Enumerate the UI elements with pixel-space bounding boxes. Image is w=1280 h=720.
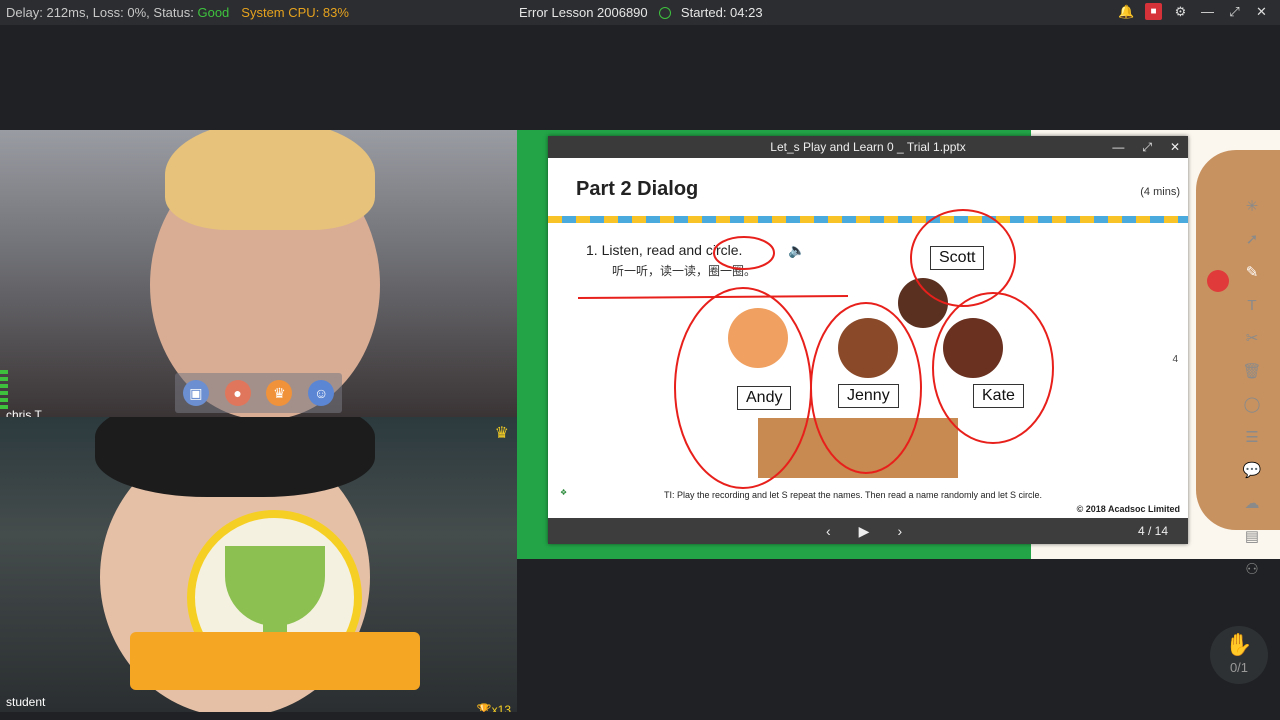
ppt-close-icon[interactable]: ✕ [1170,136,1180,158]
lesson-title: Error Lesson 2006890 [519,5,648,20]
chat-icon[interactable]: 💬 [1237,456,1267,486]
ppt-titlebar: Let_s Play and Learn 0 _ Trial 1.pptx — … [548,136,1188,158]
record-icon[interactable]: ■ [1145,3,1162,20]
logo-icon: ❖ [560,488,568,497]
bell-icon[interactable]: 🔔 [1118,3,1135,20]
users-icon[interactable]: ⚇ [1237,555,1267,585]
cloud-icon[interactable]: ☁ [1237,489,1267,519]
close-icon[interactable]: ✕ [1253,3,1270,20]
reward-toolbar: ▣ ● ♛ ☺ [175,373,342,413]
lesson-info: Error Lesson 2006890 Started: 04:23 [519,5,763,20]
annotation-layer [577,209,1054,489]
underline-stroke [577,295,849,299]
connection-status: Delay: 212ms, Loss: 0%, Status: Good Syst… [6,5,349,20]
crown-icon: ♛ [494,425,509,442]
trophy-cup-icon [225,546,325,626]
delay-text: Delay: 212ms, Loss: 0%, Status: [6,5,198,20]
play-icon[interactable]: ▶ [859,523,870,540]
cpu-usage: System CPU: 83% [241,5,349,20]
text-icon[interactable]: T [1237,291,1267,321]
started-time: Started: 04:23 [680,5,763,20]
scissors-icon[interactable]: ✂ [1237,324,1267,354]
trash-icon[interactable]: 🗑 [1237,357,1267,387]
student-name: student [6,695,46,709]
scott-circle [910,209,1016,307]
trophy-ribbon [130,632,420,690]
notes-icon[interactable]: ☰ [1237,423,1267,453]
andy-circle [674,287,812,489]
ppt-pager: ‹ ▶ › 4 / 14 [548,518,1188,544]
raise-hand-button[interactable]: ✋ 0/1 [1210,626,1268,684]
mascot-nose [1207,270,1229,292]
mic-off-icon[interactable]: ● [224,380,251,406]
toolbox-icon[interactable]: ▤ [1237,522,1267,552]
trophy-icon[interactable]: ♛ [266,380,293,406]
circle-word-circle [713,236,775,270]
ppt-filename: Let_s Play and Learn 0 _ Trial 1.pptx [770,140,966,154]
slide-canvas[interactable]: Part 2 Dialog (4 mins) 1. Listen, read a… [548,158,1188,518]
leopard-hat [165,130,375,230]
teacher-note: TI: Play the recording and let S repeat … [664,490,1043,500]
cursor-icon[interactable]: ➚ [1237,225,1267,255]
slide-page-marker: 4 [1172,354,1178,365]
shape-icon[interactable]: ◯ [1237,390,1267,420]
pen-icon[interactable]: ✎ [1237,258,1267,288]
teacher-name: chris T [6,408,42,417]
page-indicator: 4 / 14 [1137,524,1168,538]
drawing-toolbar: ✳ ➚ ✎ T ✂ 🗑 ◯ ☰ 💬 ☁ ▤ ⚇ [1230,192,1274,588]
maximize-icon[interactable]: ⤢ [1226,3,1243,20]
top-status-bar: Delay: 212ms, Loss: 0%, Status: Good Syst… [0,0,1280,25]
prev-slide-icon[interactable]: ‹ [826,523,831,540]
hand-icon: ✋ [1225,632,1253,657]
jenny-circle [810,302,922,474]
gear-icon[interactable]: ⚙ [1172,3,1189,20]
raise-hand-count: 0/1 [1229,660,1249,675]
trophy-count: 🏆x13 [476,703,511,712]
user-mute-icon[interactable]: ☺ [308,380,335,406]
camera-off-icon[interactable]: ▣ [182,380,209,406]
audio-level [0,370,8,410]
next-slide-icon[interactable]: › [897,523,902,540]
clock-icon [659,7,672,19]
minimize-icon[interactable]: — [1199,3,1216,20]
copyright: © 2018 Acadsoc Limited [1076,504,1180,514]
status-good: Good [197,5,230,20]
window-controls: 🔔 ■ ⚙ — ⤢ ✕ [1118,3,1270,20]
ppt-viewer: Let_s Play and Learn 0 _ Trial 1.pptx — … [548,136,1188,544]
ppt-expand-icon[interactable]: ⤢ [1142,136,1152,158]
ppt-minimize-icon[interactable]: — [1112,136,1124,158]
student-hair [95,417,375,497]
laser-pointer-icon[interactable]: ✳ [1237,192,1267,222]
kate-circle [932,292,1054,444]
